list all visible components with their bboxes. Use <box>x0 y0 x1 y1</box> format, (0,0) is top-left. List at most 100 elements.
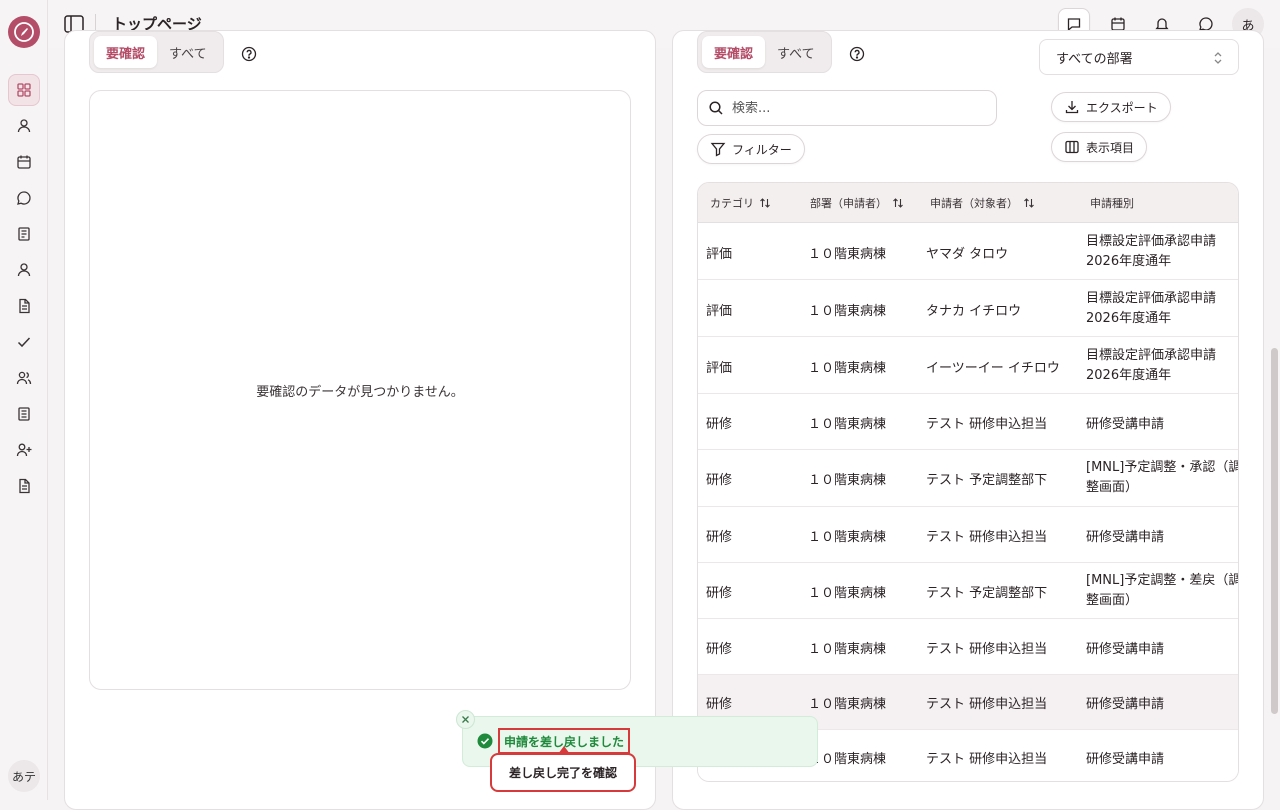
cell-category: 評価 <box>706 361 733 376</box>
cell-applicant: テスト 研修申込担当 <box>926 697 1048 712</box>
table-row[interactable]: 研修 １０階東病棟 テスト 研修申込担当 研修受講申請 <box>698 619 1238 675</box>
cell-applicant: ヤマダ タロウ <box>926 247 1009 262</box>
requests-table: カテゴリ 部署（申請者） 申請者（対象者） 申請種別 評価 １０階東病棟 ヤマダ… <box>697 182 1239 782</box>
export-label: エクスポート <box>1086 100 1158 115</box>
empty-message: 要確認のデータが見つかりません。 <box>256 384 464 400</box>
help-icon[interactable] <box>848 45 866 63</box>
sidebar-item-user[interactable] <box>0 110 48 142</box>
column-header-department[interactable]: 部署（申請者） <box>810 195 904 211</box>
cell-department: １０階東病棟 <box>808 752 887 767</box>
export-button[interactable]: エクスポート <box>1051 92 1171 122</box>
cell-type: 研修受講申請 <box>1086 530 1165 545</box>
chat-icon <box>16 190 32 206</box>
table-row[interactable]: 研修 １０階東病棟 テスト 研修申込担当 研修受講申請 <box>698 394 1238 450</box>
department-select-value: すべての部署 <box>1056 51 1133 67</box>
cell-applicant: テスト 研修申込担当 <box>926 752 1048 767</box>
table-row[interactable]: 評価 １０階東病棟 ヤマダ タロウ 目標設定評価承認申請 2026年度通年 <box>698 223 1238 280</box>
dashboard-icon <box>16 82 32 98</box>
right-panel: 要確認 すべて すべての部署 フィルター エクスポート 表示項目 カテゴリ 部署… <box>672 30 1264 810</box>
columns-label: 表示項目 <box>1086 140 1135 155</box>
book-icon <box>16 226 32 242</box>
table-row[interactable]: 研修 １０階東病棟 テスト 予定調整部下 [MNL]予定調整・差戻（調整画面） <box>698 563 1238 619</box>
column-header-category[interactable]: カテゴリ <box>710 195 771 211</box>
cell-applicant: テスト 研修申込担当 <box>926 642 1048 657</box>
cell-category: 評価 <box>706 247 733 262</box>
tab-all[interactable]: すべて <box>157 36 219 68</box>
table-row[interactable]: 評価 １０階東病棟 タナカ イチロウ 目標設定評価承認申請 2026年度通年 <box>698 280 1238 337</box>
tab-needs-confirmation[interactable]: 要確認 <box>94 36 158 68</box>
columns-icon <box>1064 139 1080 155</box>
cell-type: 研修受講申請 <box>1086 642 1165 657</box>
table-header: カテゴリ 部署（申請者） 申請者（対象者） 申請種別 <box>698 183 1238 223</box>
user-plus-icon <box>16 442 32 458</box>
cell-category: 研修 <box>706 417 733 432</box>
filter-icon <box>710 141 726 157</box>
columns-button[interactable]: 表示項目 <box>1051 132 1148 162</box>
tab-all[interactable]: すべて <box>765 36 827 68</box>
cell-type: 目標設定評価承認申請 2026年度通年 <box>1086 348 1217 383</box>
cell-department: １０階東病棟 <box>808 530 887 545</box>
sidebar-item-add-user[interactable] <box>0 434 48 466</box>
help-icon[interactable] <box>240 45 258 63</box>
sort-icon <box>759 197 771 209</box>
sidebar-item-check[interactable] <box>0 326 48 358</box>
sidebar-item-notebook[interactable] <box>0 398 48 430</box>
left-panel: 要確認 すべて 要確認のデータが見つかりません。 <box>64 30 656 810</box>
column-header-type[interactable]: 申請種別 <box>1090 195 1134 211</box>
sidebar-item-file[interactable] <box>0 470 48 502</box>
department-select[interactable]: すべての部署 <box>1039 39 1239 75</box>
cell-applicant: テスト 予定調整部下 <box>926 586 1048 601</box>
cell-type: 研修受講申請 <box>1086 697 1165 712</box>
tab-needs-confirmation[interactable]: 要確認 <box>702 36 766 68</box>
sidebar-item-calendar[interactable] <box>0 146 48 178</box>
user-icon <box>16 118 32 134</box>
toast-close-button[interactable] <box>456 710 475 729</box>
document-icon <box>16 298 32 314</box>
cell-type: 研修受講申請 <box>1086 417 1165 432</box>
confirm-tooltip: 差し戻し完了を確認 <box>490 753 636 792</box>
sidebar-item-book[interactable] <box>0 218 48 250</box>
cell-type: 目標設定評価承認申請 2026年度通年 <box>1086 234 1217 269</box>
cell-applicant: テスト 研修申込担当 <box>926 530 1048 545</box>
sort-icon <box>892 197 904 209</box>
search-input[interactable] <box>732 100 972 116</box>
empty-state: 要確認のデータが見つかりません。 <box>89 90 631 690</box>
check-circle-icon <box>477 733 493 749</box>
app-logo-icon[interactable] <box>8 16 40 48</box>
cell-applicant: イーツーイー イチロウ <box>926 361 1060 376</box>
filter-button[interactable]: フィルター <box>697 134 805 164</box>
table-row[interactable]: 評価 １０階東病棟 イーツーイー イチロウ 目標設定評価承認申請 2026年度通… <box>698 337 1238 394</box>
filter-label: フィルター <box>732 142 792 157</box>
cell-type: 目標設定評価承認申請 2026年度通年 <box>1086 291 1217 326</box>
user-avatar-sidebar[interactable]: あテ <box>8 760 40 792</box>
notebook-icon <box>16 406 32 422</box>
cell-category: 研修 <box>706 530 733 545</box>
page-scrollbar-thumb[interactable] <box>1271 348 1278 714</box>
table-row[interactable]: 研修 １０階東病棟 テスト 予定調整部下 [MNL]予定調整・承認（調整画面） <box>698 450 1238 507</box>
cell-department: １０階東病棟 <box>808 247 887 262</box>
cell-applicant: テスト 研修申込担当 <box>926 417 1048 432</box>
sidebar-item-users[interactable] <box>0 362 48 394</box>
column-label: 部署（申請者） <box>810 197 887 210</box>
column-label: 申請種別 <box>1090 197 1134 210</box>
cell-type: [MNL]予定調整・承認（調整画面） <box>1086 460 1239 495</box>
cell-department: １０階東病棟 <box>808 304 887 319</box>
cell-department: １０階東病棟 <box>808 642 887 657</box>
check-icon <box>16 334 32 350</box>
sidebar-item-person[interactable] <box>0 254 48 286</box>
users-icon <box>16 370 32 386</box>
calendar-icon <box>16 154 32 170</box>
download-icon <box>1064 99 1080 115</box>
cell-category: 研修 <box>706 642 733 657</box>
table-row[interactable]: 研修 １０階東病棟 テスト 研修申込担当 研修受講申請 <box>698 507 1238 563</box>
sidebar-item-document[interactable] <box>0 290 48 322</box>
sidebar-item-dashboard[interactable] <box>0 74 48 106</box>
cell-department: １０階東病棟 <box>808 586 887 601</box>
cell-category: 評価 <box>706 304 733 319</box>
cell-department: １０階東病棟 <box>808 361 887 376</box>
column-header-applicant[interactable]: 申請者（対象者） <box>930 195 1035 211</box>
right-tabs: 要確認 すべて <box>697 31 832 73</box>
sidebar-item-chat[interactable] <box>0 182 48 214</box>
cell-department: １０階東病棟 <box>808 697 887 712</box>
search-box[interactable] <box>697 90 997 126</box>
